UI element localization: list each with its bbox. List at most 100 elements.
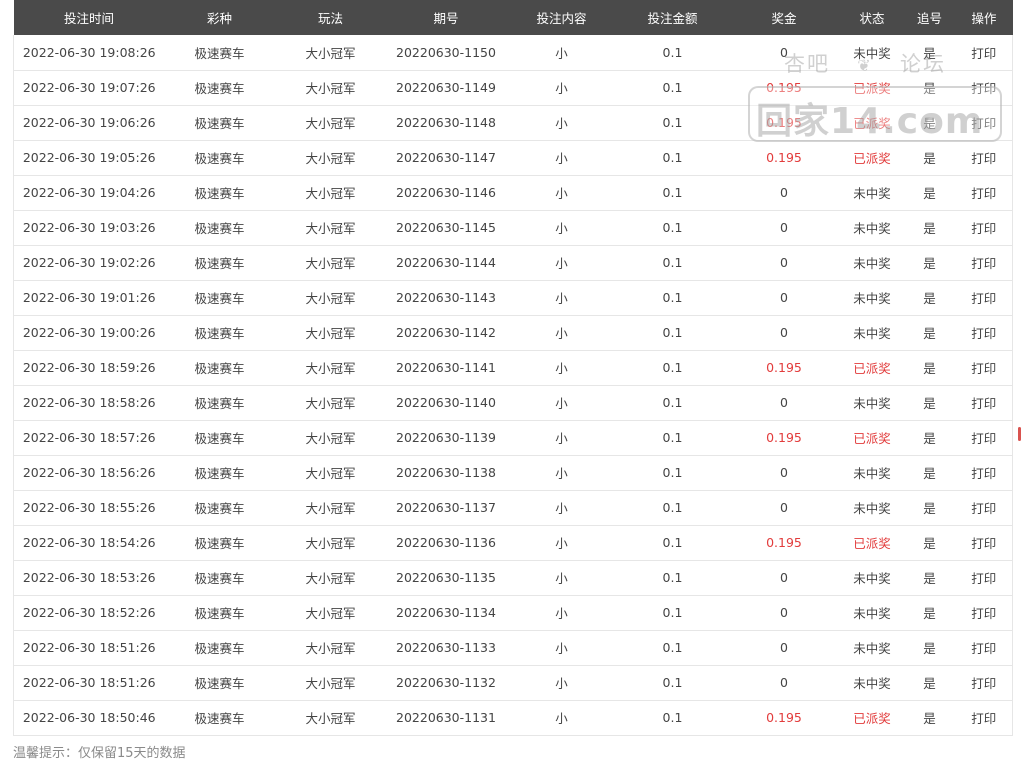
cell-chase: 是 — [903, 35, 956, 71]
table-row: 2022-06-30 18:57:26 极速赛车 大小冠军 20220630-1139… — [13, 420, 1013, 456]
cell-play: 大小冠军 — [274, 175, 387, 211]
cell-bet-amount: 0.1 — [617, 455, 728, 491]
cell-lottery: 极速赛车 — [164, 35, 275, 71]
cell-lottery: 极速赛车 — [164, 665, 275, 701]
header-row: 投注时间 彩种 玩法 期号 投注内容 投注金额 奖金 状态 追号 操作 — [13, 0, 1013, 35]
print-button[interactable]: 打印 — [955, 665, 1013, 701]
cell-lottery: 极速赛车 — [164, 700, 275, 736]
cell-prize: 0 — [727, 385, 841, 421]
table-row: 2022-06-30 18:51:26 极速赛车 大小冠军 20220630-1133… — [13, 630, 1013, 666]
col-header-play: 玩法 — [317, 11, 343, 26]
cell-play: 大小冠军 — [274, 280, 387, 316]
cell-bet-content: 小 — [505, 210, 618, 246]
cell-status: 未中奖 — [840, 280, 904, 316]
cell-bet-content: 小 — [505, 140, 618, 176]
print-button[interactable]: 打印 — [955, 455, 1013, 491]
cell-play: 大小冠军 — [274, 455, 387, 491]
cell-issue: 20220630-1141 — [386, 350, 506, 386]
cell-chase: 是 — [903, 105, 956, 141]
cell-bet-content: 小 — [505, 420, 618, 456]
cell-chase: 是 — [903, 385, 956, 421]
cell-bet-time: 2022-06-30 19:02:26 — [13, 245, 165, 281]
cell-status: 已派奖 — [840, 525, 904, 561]
cell-bet-amount: 0.1 — [617, 385, 728, 421]
cell-status: 未中奖 — [840, 210, 904, 246]
cell-status: 已派奖 — [840, 700, 904, 736]
cell-issue: 20220630-1131 — [386, 700, 506, 736]
cell-play: 大小冠军 — [274, 595, 387, 631]
cell-bet-time: 2022-06-30 18:51:26 — [13, 630, 165, 666]
print-button[interactable]: 打印 — [955, 280, 1013, 316]
print-button[interactable]: 打印 — [955, 525, 1013, 561]
print-button[interactable]: 打印 — [955, 560, 1013, 596]
cell-play: 大小冠军 — [274, 700, 387, 736]
cell-bet-amount: 0.1 — [617, 35, 728, 71]
cell-lottery: 极速赛车 — [164, 105, 275, 141]
cell-play: 大小冠军 — [274, 630, 387, 666]
cell-status: 已派奖 — [840, 140, 904, 176]
cell-prize: 0.195 — [727, 420, 841, 456]
cell-bet-content: 小 — [505, 35, 618, 71]
cell-lottery: 极速赛车 — [164, 245, 275, 281]
cell-lottery: 极速赛车 — [164, 175, 275, 211]
print-button[interactable]: 打印 — [955, 245, 1013, 281]
print-button[interactable]: 打印 — [955, 35, 1013, 71]
cell-prize: 0 — [727, 175, 841, 211]
print-button[interactable]: 打印 — [955, 385, 1013, 421]
cell-lottery: 极速赛车 — [164, 280, 275, 316]
cell-bet-time: 2022-06-30 18:59:26 — [13, 350, 165, 386]
cell-bet-time: 2022-06-30 19:06:26 — [13, 105, 165, 141]
retention-tip: 温馨提示：仅保留15天的数据 — [13, 746, 186, 760]
cell-status: 未中奖 — [840, 560, 904, 596]
cell-status: 未中奖 — [840, 455, 904, 491]
cell-prize: 0 — [727, 210, 841, 246]
cell-issue: 20220630-1133 — [386, 630, 506, 666]
cell-bet-content: 小 — [505, 105, 618, 141]
print-button[interactable]: 打印 — [955, 210, 1013, 246]
print-button[interactable]: 打印 — [955, 420, 1013, 456]
table-row: 2022-06-30 18:53:26 极速赛车 大小冠军 20220630-1135… — [13, 560, 1013, 596]
cell-status: 已派奖 — [840, 420, 904, 456]
print-button[interactable]: 打印 — [955, 630, 1013, 666]
cell-chase: 是 — [903, 280, 956, 316]
cell-bet-time: 2022-06-30 19:04:26 — [13, 175, 165, 211]
cell-issue: 20220630-1140 — [386, 385, 506, 421]
cell-chase: 是 — [903, 490, 956, 526]
cell-issue: 20220630-1148 — [386, 105, 506, 141]
cell-prize: 0 — [727, 315, 841, 351]
cell-bet-content: 小 — [505, 315, 618, 351]
col-header-status: 状态 — [859, 11, 885, 26]
cell-bet-amount: 0.1 — [617, 70, 728, 106]
cell-bet-time: 2022-06-30 18:54:26 — [13, 525, 165, 561]
print-button[interactable]: 打印 — [955, 350, 1013, 386]
cell-bet-amount: 0.1 — [617, 280, 728, 316]
bet-records-table: 投注时间 彩种 玩法 期号 投注内容 投注金额 奖金 状态 追号 操作 2022… — [13, 0, 1013, 736]
cell-lottery: 极速赛车 — [164, 455, 275, 491]
cell-issue: 20220630-1137 — [386, 490, 506, 526]
cell-lottery: 极速赛车 — [164, 350, 275, 386]
cell-play: 大小冠军 — [274, 490, 387, 526]
cell-status: 未中奖 — [840, 665, 904, 701]
cell-bet-time: 2022-06-30 19:03:26 — [13, 210, 165, 246]
cell-chase: 是 — [903, 70, 956, 106]
cell-bet-time: 2022-06-30 18:56:26 — [13, 455, 165, 491]
cell-bet-amount: 0.1 — [617, 525, 728, 561]
cell-chase: 是 — [903, 350, 956, 386]
table-row: 2022-06-30 19:00:26 极速赛车 大小冠军 20220630-1142… — [13, 315, 1013, 351]
print-button[interactable]: 打印 — [955, 175, 1013, 211]
print-button[interactable]: 打印 — [955, 70, 1013, 106]
cell-bet-time: 2022-06-30 19:01:26 — [13, 280, 165, 316]
print-button[interactable]: 打印 — [955, 490, 1013, 526]
cell-issue: 20220630-1143 — [386, 280, 506, 316]
print-button[interactable]: 打印 — [955, 105, 1013, 141]
cell-prize: 0 — [727, 455, 841, 491]
cell-play: 大小冠军 — [274, 210, 387, 246]
print-button[interactable]: 打印 — [955, 700, 1013, 736]
cell-lottery: 极速赛车 — [164, 70, 275, 106]
print-button[interactable]: 打印 — [955, 315, 1013, 351]
cell-status: 未中奖 — [840, 245, 904, 281]
print-button[interactable]: 打印 — [955, 140, 1013, 176]
print-button[interactable]: 打印 — [955, 595, 1013, 631]
side-tab-marker[interactable] — [1018, 427, 1021, 441]
cell-issue: 20220630-1149 — [386, 70, 506, 106]
